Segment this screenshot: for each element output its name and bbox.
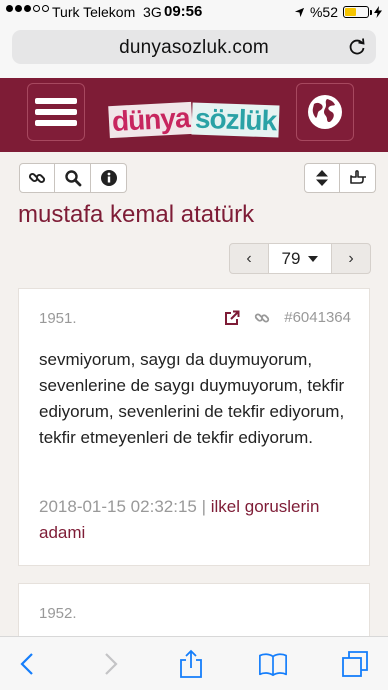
carrier-name: Turk Telekom 3G <box>52 4 162 20</box>
entry-link-icon[interactable] <box>254 310 270 326</box>
link-button[interactable] <box>19 163 55 193</box>
topic-title[interactable]: mustafa kemal atatürk <box>18 201 254 229</box>
back-chevron-icon <box>20 653 33 675</box>
back-button[interactable] <box>12 650 42 678</box>
browser-toolbar <box>0 636 388 690</box>
topic-toolbar <box>19 163 127 193</box>
search-icon <box>64 170 81 187</box>
charging-bolt-icon <box>374 6 382 18</box>
url-text[interactable]: dunyasozluk.com <box>12 37 376 59</box>
sort-button[interactable] <box>304 163 340 193</box>
logo-text-sozluk: sözlük <box>191 102 280 138</box>
share-icon <box>180 649 202 678</box>
book-icon <box>259 653 287 677</box>
external-link-icon[interactable] <box>224 310 240 326</box>
globe-button[interactable] <box>296 83 354 141</box>
network-type: 3G <box>143 4 162 20</box>
entry-tools: #6041364 <box>224 309 351 326</box>
entry-date: 2018-01-15 02:32:15 <box>39 497 197 516</box>
site-header: dünya sözlük <box>0 78 388 152</box>
browser-address-area: dunyasozluk.com <box>0 24 388 78</box>
entry-card: 1951. #6041364 sevmiyorum, saygı da duym… <box>18 288 370 566</box>
entry-number[interactable]: 1952. <box>39 605 77 622</box>
current-page: 79 <box>281 248 301 268</box>
search-button[interactable] <box>55 163 91 193</box>
battery-percent: %52 <box>309 4 338 20</box>
forward-chevron-icon <box>105 653 118 675</box>
address-bar[interactable]: dunyasozluk.com <box>12 30 376 64</box>
logo-text-dunya: dünya <box>107 101 193 139</box>
link-icon <box>28 172 46 184</box>
entry-text: sevmiyorum, saygı da duymuyorum, sevenle… <box>39 350 345 447</box>
battery-icon <box>343 6 372 18</box>
caret-down-icon <box>308 255 319 262</box>
sort-icon <box>316 170 328 186</box>
globe-icon <box>308 95 342 129</box>
next-page-button[interactable]: › <box>331 243 371 274</box>
page-select[interactable]: 79 <box>269 243 331 274</box>
reload-icon[interactable] <box>347 37 367 57</box>
meta-separator: | <box>201 497 207 516</box>
location-arrow-icon <box>294 7 305 17</box>
entry-number[interactable]: 1951. <box>39 310 77 327</box>
status-bar: Turk Telekom 3G 09:56 %52 <box>0 0 388 24</box>
clock: 09:56 <box>164 3 203 20</box>
info-icon <box>100 170 117 186</box>
bookmarks-button[interactable] <box>258 650 288 678</box>
entry-id[interactable]: #6041364 <box>284 309 351 326</box>
hand-pointer-icon <box>349 170 366 184</box>
signal-strength-icon <box>6 5 49 12</box>
pagination: ‹ 79 › <box>229 243 371 274</box>
share-button[interactable] <box>176 649 206 678</box>
tabs-button[interactable] <box>340 650 370 678</box>
prev-page-button[interactable]: ‹ <box>229 243 269 274</box>
entry-meta: 2018-01-15 02:32:15 | ilkel goruslerin a… <box>39 494 357 546</box>
info-button[interactable] <box>91 163 127 193</box>
hamburger-icon <box>35 93 77 131</box>
hand-button[interactable] <box>340 163 376 193</box>
site-logo[interactable]: dünya sözlük <box>107 93 280 139</box>
menu-button[interactable] <box>27 83 85 141</box>
tabs-icon <box>342 651 368 677</box>
sort-toolbar <box>304 163 376 193</box>
forward-button[interactable] <box>96 650 126 678</box>
